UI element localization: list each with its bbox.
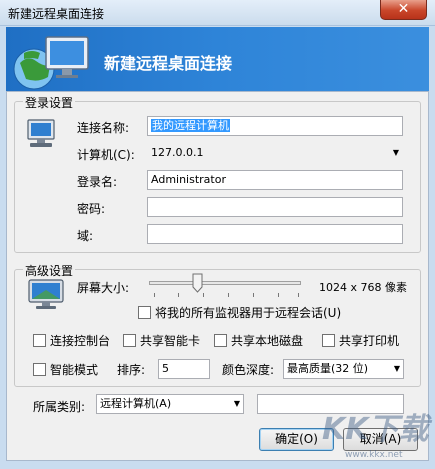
username-input[interactable]: Administrator [147, 170, 403, 190]
screen-size-slider-track[interactable] [149, 281, 301, 285]
advanced-settings-title: 高级设置 [23, 262, 76, 279]
smart-mode-label: 智能模式 [50, 363, 99, 377]
password-input[interactable] [147, 197, 403, 217]
sort-label: 排序: [117, 363, 146, 377]
screen-size-slider-thumb[interactable] [192, 273, 203, 293]
sort-input[interactable]: 5 [158, 359, 210, 379]
local-disk-label: 共享本地磁盘 [231, 334, 304, 348]
printer-label: 共享打印机 [339, 334, 400, 348]
smart-mode-checkbox[interactable]: 智能模式 [33, 361, 98, 377]
checkbox-box[interactable] [322, 334, 335, 347]
console-checkbox[interactable]: 连接控制台 [33, 332, 110, 348]
checkbox-box[interactable] [138, 306, 151, 319]
category-select[interactable]: 远程计算机(A) ▼ [96, 394, 244, 414]
banner-title: 新建远程桌面连接 [104, 54, 233, 73]
connection-name-value: 我的远程计算机 [151, 119, 230, 132]
slider-tick [178, 293, 179, 297]
chevron-down-icon[interactable]: ▼ [393, 144, 399, 162]
window-title: 新建远程桌面连接 [8, 7, 105, 21]
close-button[interactable]: ✕ [380, 0, 427, 20]
header-banner: 新建远程桌面连接 [6, 27, 429, 91]
chevron-down-icon[interactable]: ▼ [394, 360, 400, 378]
login-settings-title: 登录设置 [23, 94, 76, 111]
slider-tick [298, 293, 299, 297]
local-disk-checkbox[interactable]: 共享本地磁盘 [214, 332, 303, 348]
chevron-down-icon[interactable]: ▼ [234, 395, 240, 413]
slider-tick [203, 293, 204, 297]
console-label: 连接控制台 [50, 334, 111, 348]
all-monitors-label: 将我的所有监视器用于远程会话(U) [155, 306, 342, 320]
color-depth-value: 最高质量(32 位) [287, 362, 369, 375]
smartcard-label: 共享智能卡 [140, 334, 201, 348]
color-depth-label: 颜色深度: [222, 363, 275, 377]
checkbox-box[interactable] [33, 334, 46, 347]
slider-tick [253, 293, 254, 297]
checkbox-box[interactable] [214, 334, 227, 347]
password-label: 密码: [77, 202, 106, 216]
connection-name-label: 连接名称: [77, 121, 130, 135]
computer-combobox[interactable]: 127.0.0.1 ▼ [147, 143, 403, 163]
monitor-icon [28, 279, 64, 309]
domain-input[interactable] [147, 224, 403, 244]
smartcard-checkbox[interactable]: 共享智能卡 [123, 332, 200, 348]
remote-desktop-icon [13, 36, 89, 90]
watermark-url: www.kkx.net [345, 450, 403, 460]
computer-value: 127.0.0.1 [151, 146, 204, 159]
screen-size-label: 屏幕大小: [77, 281, 130, 295]
color-depth-select[interactable]: 最高质量(32 位) ▼ [283, 359, 404, 379]
slider-tick [228, 293, 229, 297]
printer-checkbox[interactable]: 共享打印机 [322, 332, 399, 348]
watermark-logo: KK下载 [322, 412, 429, 447]
checkbox-box[interactable] [33, 363, 46, 376]
domain-label: 域: [77, 229, 94, 243]
computer-icon [27, 119, 55, 147]
all-monitors-checkbox[interactable]: 将我的所有监视器用于远程会话(U) [138, 304, 341, 320]
screen-size-value: 1024 x 768 像素 [319, 281, 407, 294]
computer-label: 计算机(C): [77, 148, 135, 162]
connection-name-input[interactable]: 我的远程计算机 [147, 116, 403, 136]
slider-tick [278, 293, 279, 297]
category-value: 远程计算机(A) [100, 397, 172, 410]
category-label: 所属类别: [33, 400, 86, 414]
checkbox-box[interactable] [123, 334, 136, 347]
username-label: 登录名: [77, 175, 118, 189]
slider-tick [154, 293, 155, 297]
